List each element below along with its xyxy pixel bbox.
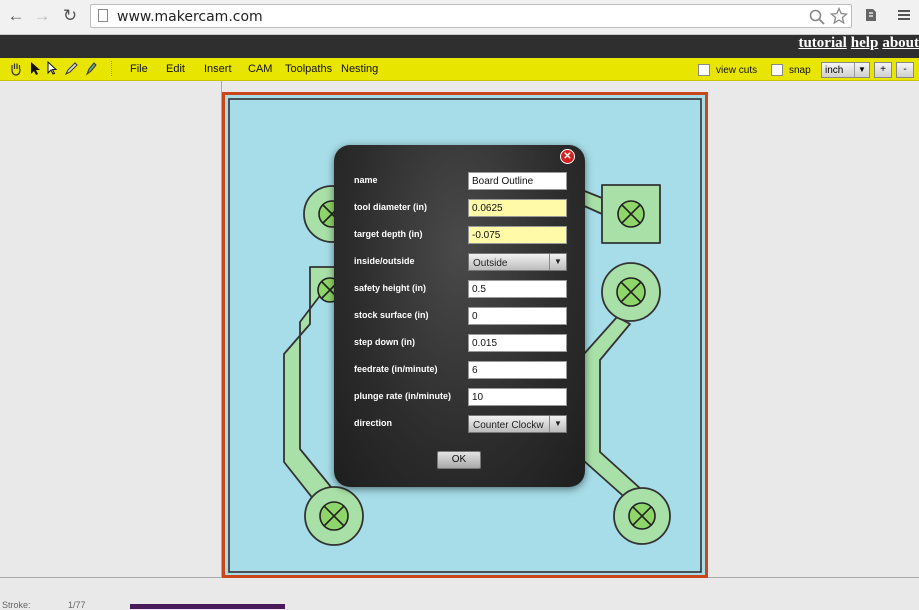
field-label-tool-diameter: tool diameter (in): [354, 202, 428, 212]
target-depth-input[interactable]: [468, 226, 567, 244]
direction-value: Counter Clockw: [473, 420, 544, 431]
site-header-bar: [0, 35, 919, 58]
menu-nesting[interactable]: Nesting: [341, 63, 378, 75]
chevron-down-icon: ▼: [854, 63, 869, 77]
field-label-target-depth: target depth (in): [354, 229, 423, 239]
pointer-tool-icon[interactable]: [28, 61, 42, 76]
snap-label: snap: [789, 65, 811, 76]
direction-select[interactable]: Counter Clockw ▼: [468, 415, 567, 433]
field-label-direction: direction: [354, 418, 393, 428]
field-label-plunge-rate: plunge rate (in/minute): [354, 391, 452, 401]
back-arrow-icon[interactable]: ←: [6, 6, 26, 26]
field-label-inside-outside: inside/outside: [354, 256, 415, 266]
inside-outside-value: Outside: [473, 258, 508, 269]
browser-toolbar: ← → ↻ www.makercam.com: [0, 0, 919, 35]
node-tool-icon[interactable]: [45, 61, 59, 76]
menu-toolpaths[interactable]: Toolpaths: [285, 63, 332, 75]
zoom-out-button[interactable]: -: [896, 62, 914, 78]
forward-arrow-icon[interactable]: →: [32, 6, 52, 26]
address-bar[interactable]: www.makercam.com: [90, 4, 852, 28]
menu-cam[interactable]: CAM: [248, 63, 272, 75]
zoom-in-button[interactable]: +: [874, 62, 892, 78]
menu-icon[interactable]: [896, 7, 912, 23]
view-cuts-label: view cuts: [716, 65, 758, 76]
bezier-tool-icon[interactable]: [84, 61, 98, 76]
close-icon[interactable]: ✕: [560, 149, 575, 164]
field-label-stock-surface: stock surface (in): [354, 310, 429, 320]
link-tutorial[interactable]: tutorial: [798, 36, 846, 51]
search-icon[interactable]: [809, 9, 825, 25]
menu-file[interactable]: File: [130, 63, 148, 75]
ok-button[interactable]: OK: [437, 451, 481, 469]
snap-checkbox[interactable]: [771, 64, 783, 76]
profile-operation-dialog: ✕ name tool diameter (in) target depth (…: [334, 145, 585, 487]
field-label-step-down: step down (in): [354, 337, 415, 347]
link-about[interactable]: about: [882, 36, 919, 51]
step-down-input[interactable]: [468, 334, 567, 352]
inside-outside-select[interactable]: Outside ▼: [468, 253, 567, 271]
extension-icon[interactable]: [863, 7, 879, 23]
bookmark-star-icon[interactable]: [830, 7, 848, 25]
unit-select-value: inch: [825, 65, 844, 76]
chevron-down-icon: ▼: [549, 416, 566, 432]
field-label-safety-height: safety height (in): [354, 283, 427, 293]
link-help[interactable]: help: [851, 36, 879, 51]
menu-insert[interactable]: Insert: [204, 63, 232, 75]
page-icon: [98, 9, 108, 22]
reload-icon[interactable]: ↻: [60, 6, 80, 26]
pen-tool-icon[interactable]: [64, 61, 78, 76]
menu-edit[interactable]: Edit: [166, 63, 185, 75]
field-label-feedrate: feedrate (in/minute): [354, 364, 438, 374]
stock-surface-input[interactable]: [468, 307, 567, 325]
view-cuts-checkbox[interactable]: [698, 64, 710, 76]
toolbar-divider: [111, 61, 112, 76]
safety-height-input[interactable]: [468, 280, 567, 298]
field-label-name: name: [354, 175, 378, 185]
color-swatch: [130, 604, 285, 609]
hand-tool-icon[interactable]: [9, 61, 23, 76]
app-toolbar: File Edit Insert CAM Toolpaths Nesting v…: [0, 58, 919, 81]
unit-select[interactable]: inch ▼: [821, 62, 870, 78]
tool-diameter-input[interactable]: [468, 199, 567, 217]
chevron-down-icon: ▼: [549, 254, 566, 270]
name-input[interactable]: [468, 172, 567, 190]
plunge-rate-input[interactable]: [468, 388, 567, 406]
site-links: tutorial help about: [794, 35, 919, 58]
feedrate-input[interactable]: [468, 361, 567, 379]
url-text: www.makercam.com: [117, 9, 263, 25]
